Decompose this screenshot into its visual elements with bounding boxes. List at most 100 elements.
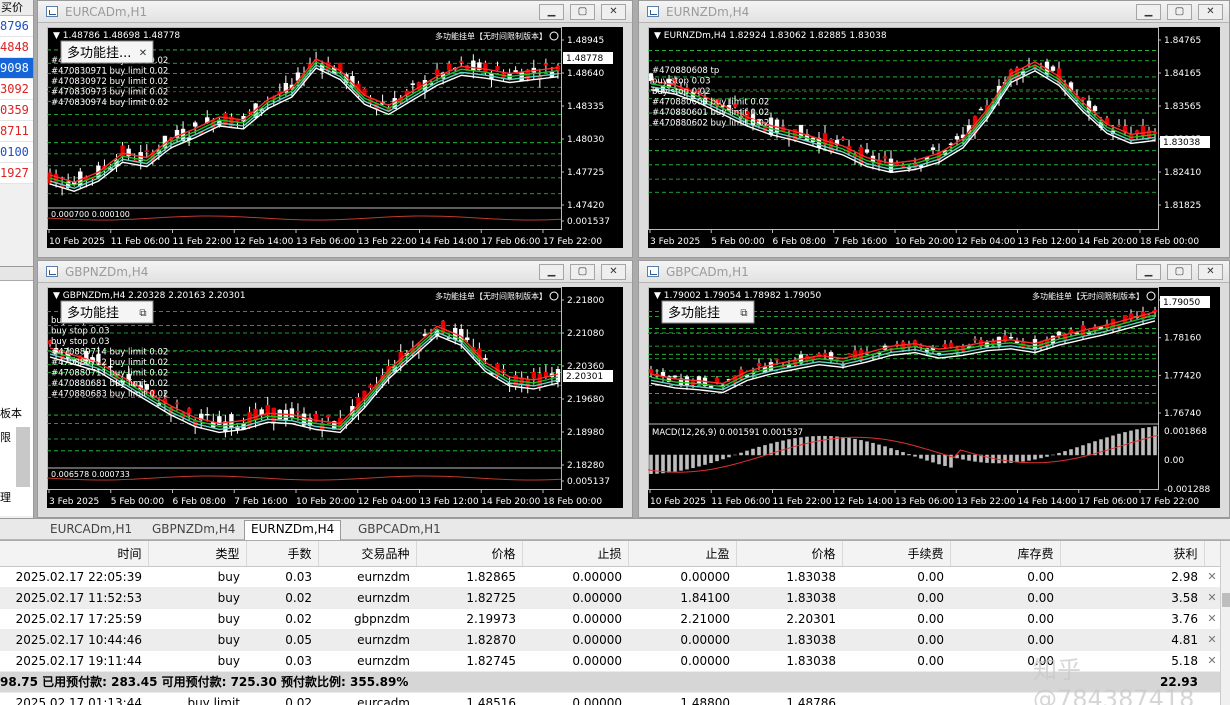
macd-bar	[931, 454, 935, 463]
tab-eurnzd[interactable]: EURNZDm,H4	[244, 520, 342, 540]
time-axis-label: 17 Feb 22:00	[1140, 497, 1199, 507]
close-order-icon[interactable]: ✕	[1204, 608, 1220, 630]
column-header[interactable]: 库存费	[950, 541, 1061, 567]
table-cell: 0.00	[842, 650, 950, 672]
tab-gbpcad[interactable]: GBPCADm,H1	[352, 521, 447, 539]
minimize-button[interactable]: ▁	[1136, 4, 1161, 20]
chart-window-eurcad[interactable]: EURCADm,H1 ▁ ▢ ✕ ▼ 1.48786 1.48698 1.48778…	[37, 0, 633, 258]
table-row[interactable]: 2025.02.17 17:25:59 buy 0.02 gbpnzdm 2.19973…	[0, 608, 1220, 630]
time-axis-label: 7 Feb 16:00	[234, 497, 288, 507]
chart-window-eurnzd[interactable]: EURNZDm,H4 ▁ ▢ ✕ ▼ EURNZDm,H4 1.82924 1.83…	[638, 0, 1230, 258]
candle-up	[696, 376, 702, 384]
market-watch-quote[interactable]: 3092	[0, 79, 33, 100]
table-row[interactable]: 2025.02.17 11:52:53 buy 0.02 eurnzdm 1.82725…	[0, 587, 1220, 609]
close-button[interactable]: ✕	[601, 264, 626, 280]
candle-down	[501, 368, 506, 372]
column-header[interactable]: 时间	[0, 541, 149, 567]
chart-plot-area[interactable]: ▼ GBPNZDm,H4 2.20328 2.20163 2.20301 多功能挂…	[47, 287, 623, 508]
market-watch-quote[interactable]: 0359	[0, 100, 33, 121]
table-cell: 2025.02.17 19:11:44	[0, 650, 148, 672]
table-row[interactable]: 2025.02.17 10:44:46 buy 0.05 eurnzdm 1.82870…	[0, 629, 1220, 651]
minimize-button[interactable]: ▁	[539, 264, 564, 280]
ea-panel-label: 多功能挂	[67, 305, 119, 321]
ea-panel-button[interactable]: 多功能挂 ⧉	[60, 300, 154, 324]
chart-titlebar[interactable]: EURCADm,H1 ▁ ▢ ✕	[38, 1, 632, 23]
market-watch-quote[interactable]: 8796	[0, 16, 33, 37]
column-header[interactable]: 手数	[246, 541, 319, 567]
candle-down	[326, 415, 331, 418]
macd-bar	[877, 444, 881, 456]
price-axis-label: 1.48030	[567, 135, 604, 145]
maximize-button[interactable]: ▢	[570, 4, 595, 20]
maximize-button[interactable]: ▢	[570, 264, 595, 280]
chart-window-gbpcad[interactable]: GBPCADm,H1 ▁ ▢ ✕ ▼ 1.79002 1.79054 1.78982…	[638, 260, 1230, 518]
time-axis-label: 6 Feb 08:00	[173, 497, 227, 507]
chart-titlebar[interactable]: GBPNZDm,H4 ▁ ▢ ✕	[38, 261, 632, 283]
ea-panel-button[interactable]: 多功能挂 ⧉	[661, 300, 755, 324]
market-watch-quote[interactable]: 4848	[0, 37, 33, 58]
column-header[interactable]: 类型	[148, 541, 247, 567]
table-cell: 3.76	[1060, 608, 1204, 630]
column-header[interactable]: 手续费	[842, 541, 951, 567]
chart-plot-area[interactable]: ▼ EURNZDm,H4 1.82924 1.83062 1.82885 1.8…	[648, 27, 1220, 248]
maximize-button[interactable]: ▢	[1167, 264, 1192, 280]
ea-panel-button[interactable]: 多功能挂... ✕	[60, 40, 154, 64]
close-button[interactable]: ✕	[1198, 264, 1223, 280]
macd-bar	[1075, 447, 1079, 456]
minimize-button[interactable]: ▁	[539, 4, 564, 20]
table-cell: 0.05	[246, 629, 318, 651]
chart-plot-area[interactable]: ▼ 1.48786 1.48698 1.48778 多功能挂单【无时间限制版本】 #…	[47, 27, 623, 248]
scrollbar-thumb[interactable]	[1222, 593, 1230, 607]
candle-down	[648, 369, 654, 374]
column-header[interactable]: 获利	[1060, 541, 1205, 567]
macd-bar	[1081, 445, 1085, 456]
macd-bar	[835, 436, 839, 456]
minimize-button[interactable]: ▁	[1136, 264, 1161, 280]
table-cell: 1.82725	[416, 587, 522, 609]
time-axis-label: 11 Feb 06:00	[111, 237, 170, 247]
column-header[interactable]: 价格	[416, 541, 523, 567]
tab-gbpnzd[interactable]: GBPNZDm,H4	[146, 521, 241, 539]
macd-bar	[1123, 432, 1127, 456]
smiley-icon	[1146, 291, 1156, 301]
ea-label: 多功能挂单【无时间限制版本】	[435, 31, 547, 41]
column-header[interactable]: 交易品种	[318, 541, 417, 567]
time-axis-label: 14 Feb 14:00	[1018, 497, 1077, 507]
close-order-icon[interactable]: ✕	[1204, 587, 1220, 609]
table-cell: 2.21000	[628, 608, 736, 630]
column-header[interactable]: 价格	[736, 541, 843, 567]
market-watch-quote[interactable]: 0100	[0, 142, 33, 163]
ea-label: 多功能挂单【无时间限制版本】	[435, 291, 547, 301]
table-cell: 4.81	[1060, 629, 1204, 651]
tab-eurcad[interactable]: EURCADm,H1	[44, 521, 138, 539]
order-label: buy stop 0.02	[652, 87, 711, 97]
close-button[interactable]: ✕	[601, 4, 626, 20]
macd-bar	[685, 454, 689, 470]
close-button[interactable]: ✕	[1198, 4, 1223, 20]
order-label: #470880712 buy limit 0.02	[51, 358, 168, 368]
table-row[interactable]: 2025.02.17 22:05:39 buy 0.03 eurnzdm 1.82865…	[0, 566, 1220, 588]
price-axis-label: 1.84165	[1164, 69, 1201, 79]
market-watch-quote[interactable]: 1927	[0, 163, 33, 184]
chart-window-gbpnzd[interactable]: GBPNZDm,H4 ▁ ▢ ✕ ▼ GBPNZDm,H4 2.20328 2.20…	[37, 260, 633, 518]
candle-down	[780, 366, 786, 368]
chart-titlebar[interactable]: GBPCADm,H1 ▁ ▢ ✕	[639, 261, 1229, 283]
time-axis-label: 12 Feb 04:00	[956, 237, 1015, 247]
price-axis-label: 1.48640	[567, 69, 604, 79]
order-label: #470880600 buy limit 0.02	[652, 98, 769, 108]
candle-down	[495, 66, 500, 71]
market-watch-quote[interactable]: 8711	[0, 121, 33, 142]
candle-down	[972, 338, 978, 341]
maximize-button[interactable]: ▢	[1167, 4, 1192, 20]
close-order-icon[interactable]: ✕	[1204, 629, 1220, 651]
chart-titlebar[interactable]: EURNZDm,H4 ▁ ▢ ✕	[639, 1, 1229, 23]
price-axis-label: 1.47725	[567, 168, 604, 178]
column-header[interactable]: 止盈	[628, 541, 737, 567]
column-header[interactable]: 止损	[522, 541, 629, 567]
market-watch-quote[interactable]: 9098	[0, 58, 33, 79]
table-cell: 2025.02.17 17:25:59	[0, 608, 148, 630]
macd-bar	[1039, 454, 1043, 459]
chart-plot-area[interactable]: ▼ 1.79002 1.79054 1.78982 1.79050 多功能挂单【无…	[648, 287, 1220, 508]
close-order-icon[interactable]: ✕	[1204, 566, 1220, 588]
navigator-scrollbar[interactable]	[16, 427, 30, 487]
